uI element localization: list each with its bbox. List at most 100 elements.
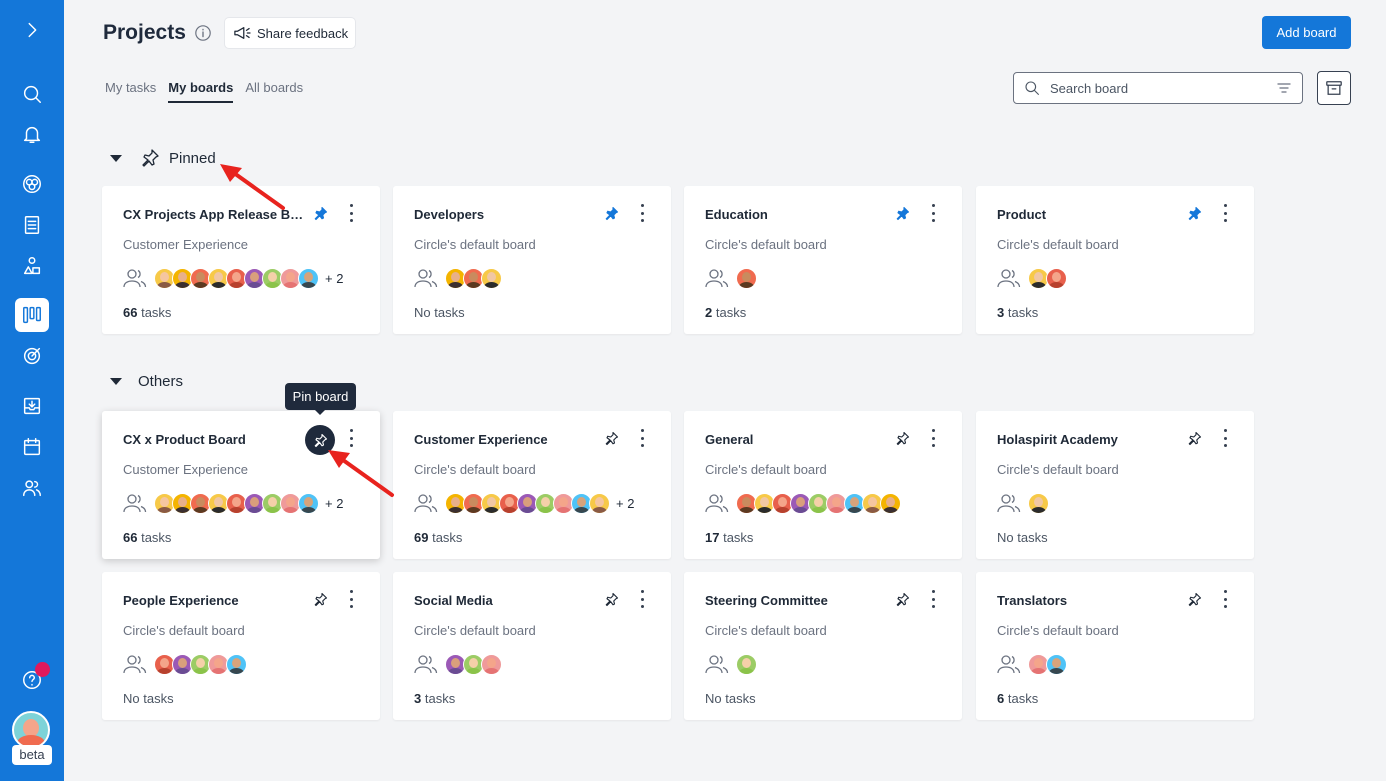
inbox-icon[interactable] <box>16 390 48 422</box>
board-members[interactable] <box>123 653 247 675</box>
board-members[interactable] <box>997 653 1067 675</box>
board-card[interactable]: CX Projects App Release Bo... Customer E… <box>102 186 380 334</box>
board-card[interactable]: People Experience Circle's default board… <box>102 572 380 720</box>
board-members[interactable]: + 2 <box>123 267 343 289</box>
board-members[interactable]: + 2 <box>123 492 343 514</box>
board-title[interactable]: Customer Experience <box>414 432 596 447</box>
others-section-title: Others <box>138 373 184 390</box>
search-icon[interactable] <box>16 78 48 110</box>
others-section-header[interactable]: Others <box>110 373 183 390</box>
share-feedback-button[interactable]: Share feedback <box>225 18 355 48</box>
pinned-section-header[interactable]: Pinned <box>110 148 216 168</box>
board-card[interactable]: Developers Circle's default board No tas… <box>393 186 671 334</box>
pin-board-button[interactable] <box>305 425 335 455</box>
board-card[interactable]: Steering Committee Circle's default boar… <box>684 572 962 720</box>
circle-icon[interactable] <box>16 168 48 200</box>
caret-down-icon <box>110 378 122 385</box>
more-options-icon[interactable] <box>932 429 936 447</box>
board-title[interactable]: Steering Committee <box>705 593 887 608</box>
board-members[interactable]: + 2 <box>414 492 634 514</box>
task-count: 66 tasks <box>123 530 171 545</box>
pin-board-button[interactable] <box>604 431 620 447</box>
members-icon <box>705 269 729 288</box>
more-options-icon[interactable] <box>350 204 354 222</box>
calendar-icon[interactable] <box>16 431 48 463</box>
people-icon[interactable] <box>16 472 48 504</box>
pin-board-button[interactable] <box>313 592 329 608</box>
board-members[interactable] <box>997 267 1067 289</box>
board-title[interactable]: CX Projects App Release Bo... <box>123 207 305 222</box>
more-options-icon[interactable] <box>1224 429 1228 447</box>
pin-board-button[interactable] <box>604 592 620 608</box>
board-card[interactable]: CX x Product Board Customer Experience +… <box>102 411 380 559</box>
task-count: No tasks <box>705 691 756 706</box>
add-board-button[interactable]: Add board <box>1262 16 1351 49</box>
board-card[interactable]: Education Circle's default board 2 tasks <box>684 186 962 334</box>
pin-icon <box>142 149 159 167</box>
board-circle: Circle's default board <box>414 623 536 638</box>
more-options-icon[interactable] <box>1224 590 1228 608</box>
search-board-input[interactable]: Search board <box>1013 72 1303 104</box>
board-card[interactable]: Customer Experience Circle's default boa… <box>393 411 671 559</box>
board-card[interactable]: Translators Circle's default board 6 tas… <box>976 572 1254 720</box>
board-title[interactable]: Translators <box>997 593 1179 608</box>
more-options-icon[interactable] <box>350 429 354 447</box>
member-avatar <box>880 492 901 514</box>
board-title[interactable]: Product <box>997 207 1179 222</box>
board-members[interactable] <box>414 653 502 675</box>
board-members[interactable] <box>705 267 757 289</box>
archive-button[interactable] <box>1317 71 1351 105</box>
task-count-unit: No tasks <box>997 530 1048 545</box>
more-options-icon[interactable] <box>641 590 645 608</box>
pin-board-button[interactable] <box>895 431 911 447</box>
more-options-icon[interactable] <box>641 204 645 222</box>
user-avatar[interactable] <box>12 711 50 749</box>
board-members[interactable] <box>705 653 757 675</box>
expand-icon[interactable] <box>16 14 48 46</box>
board-title[interactable]: Social Media <box>414 593 596 608</box>
member-avatar <box>481 653 502 675</box>
document-icon[interactable] <box>16 209 48 241</box>
target-icon[interactable] <box>16 340 48 372</box>
unpin-board-button[interactable] <box>1187 206 1203 222</box>
board-title[interactable]: CX x Product Board <box>123 432 305 447</box>
more-options-icon[interactable] <box>350 590 354 608</box>
board-members[interactable] <box>705 492 901 514</box>
extra-members-count: + 2 <box>325 495 344 511</box>
tab-my-boards[interactable]: My boards <box>168 80 234 103</box>
tab-all-boards[interactable]: All boards <box>245 80 303 103</box>
task-count-unit: tasks <box>715 305 747 320</box>
board-card[interactable]: Holaspirit Academy Circle's default boar… <box>976 411 1254 559</box>
board-title[interactable]: Holaspirit Academy <box>997 432 1179 447</box>
pinned-section-title: Pinned <box>169 149 216 167</box>
board-card[interactable]: General Circle's default board 17 tasks <box>684 411 962 559</box>
pin-board-button[interactable] <box>895 592 911 608</box>
roles-icon[interactable] <box>16 250 48 282</box>
board-title[interactable]: Developers <box>414 207 596 222</box>
more-options-icon[interactable] <box>641 429 645 447</box>
board-card[interactable]: Social Media Circle's default board 3 ta… <box>393 572 671 720</box>
board-card[interactable]: Product Circle's default board 3 tasks <box>976 186 1254 334</box>
board-circle: Customer Experience <box>123 462 248 477</box>
sidebar: beta <box>0 0 64 781</box>
board-members[interactable] <box>997 492 1049 514</box>
unpin-board-button[interactable] <box>313 206 329 222</box>
info-icon[interactable] <box>194 24 212 42</box>
pin-board-button[interactable] <box>1187 431 1203 447</box>
filter-icon[interactable] <box>1276 81 1292 95</box>
board-title[interactable]: Education <box>705 207 887 222</box>
bell-icon[interactable] <box>16 118 48 150</box>
search-placeholder: Search board <box>1050 80 1129 96</box>
unpin-board-button[interactable] <box>895 206 911 222</box>
pin-board-button[interactable] <box>1187 592 1203 608</box>
board-title[interactable]: General <box>705 432 887 447</box>
more-options-icon[interactable] <box>932 590 936 608</box>
board-icon[interactable] <box>15 298 49 332</box>
task-count-unit: tasks <box>424 691 456 706</box>
unpin-board-button[interactable] <box>604 206 620 222</box>
tab-my-tasks[interactable]: My tasks <box>105 80 156 103</box>
more-options-icon[interactable] <box>932 204 936 222</box>
board-title[interactable]: People Experience <box>123 593 305 608</box>
board-members[interactable] <box>414 267 502 289</box>
more-options-icon[interactable] <box>1224 204 1228 222</box>
